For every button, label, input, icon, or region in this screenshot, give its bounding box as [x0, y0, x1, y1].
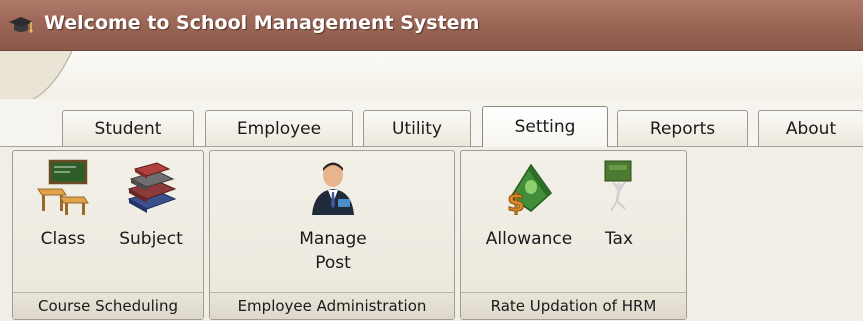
tax-burden-icon [604, 160, 632, 212]
tab-label: Student [94, 118, 162, 139]
window-title: Welcome to School Management System [44, 12, 480, 34]
manage-post-label-line2: Post [315, 253, 351, 273]
tab-employee[interactable]: Employee [205, 110, 353, 146]
group-label: Rate Updation of HRM [461, 292, 686, 319]
tax-button[interactable]: Tax [591, 159, 647, 251]
group-rate-updation-of-hrm: $ Allowance Tax Rate Updation of HRM [460, 150, 687, 320]
money-allowance-icon: $ [507, 163, 552, 215]
group-label: Course Scheduling [13, 292, 203, 319]
tax-button-label: Tax [604, 229, 634, 249]
graduation-cap-icon [9, 17, 33, 33]
manage-post-label-line1: Manage [299, 229, 367, 249]
tab-student[interactable]: Student [62, 110, 194, 146]
manage-post-button-label: Manage Post [299, 227, 367, 275]
manage-post-button[interactable]: Manage Post [288, 159, 378, 275]
subject-button[interactable]: Subject [111, 159, 191, 251]
tab-label: Reports [649, 118, 716, 139]
subject-button-label: Subject [119, 229, 183, 249]
allowance-button[interactable]: $ Allowance [479, 159, 579, 251]
tab-label: About [785, 118, 837, 139]
tab-setting[interactable]: Setting [482, 106, 608, 147]
group-course-scheduling: Class Subject Course Scheduling [12, 150, 204, 320]
tab-label: Utility [391, 118, 442, 139]
title-bar[interactable]: Welcome to School Management System [0, 0, 863, 51]
svg-text:$: $ [507, 188, 525, 215]
allowance-button-label: Allowance [485, 229, 573, 249]
tab-label: Employee [236, 118, 322, 139]
tab-utility[interactable]: Utility [363, 110, 471, 146]
classroom-icon [37, 159, 89, 215]
class-button[interactable]: Class [33, 159, 93, 251]
businessman-icon [312, 162, 354, 215]
books-icon [127, 162, 177, 213]
group-employee-administration: Manage Post Employee Administration [209, 150, 455, 320]
group-label: Employee Administration [210, 292, 454, 319]
tab-about[interactable]: About [758, 110, 863, 146]
tab-label: Setting [514, 117, 576, 137]
tab-reports[interactable]: Reports [617, 110, 748, 146]
class-button-label: Class [40, 229, 86, 249]
